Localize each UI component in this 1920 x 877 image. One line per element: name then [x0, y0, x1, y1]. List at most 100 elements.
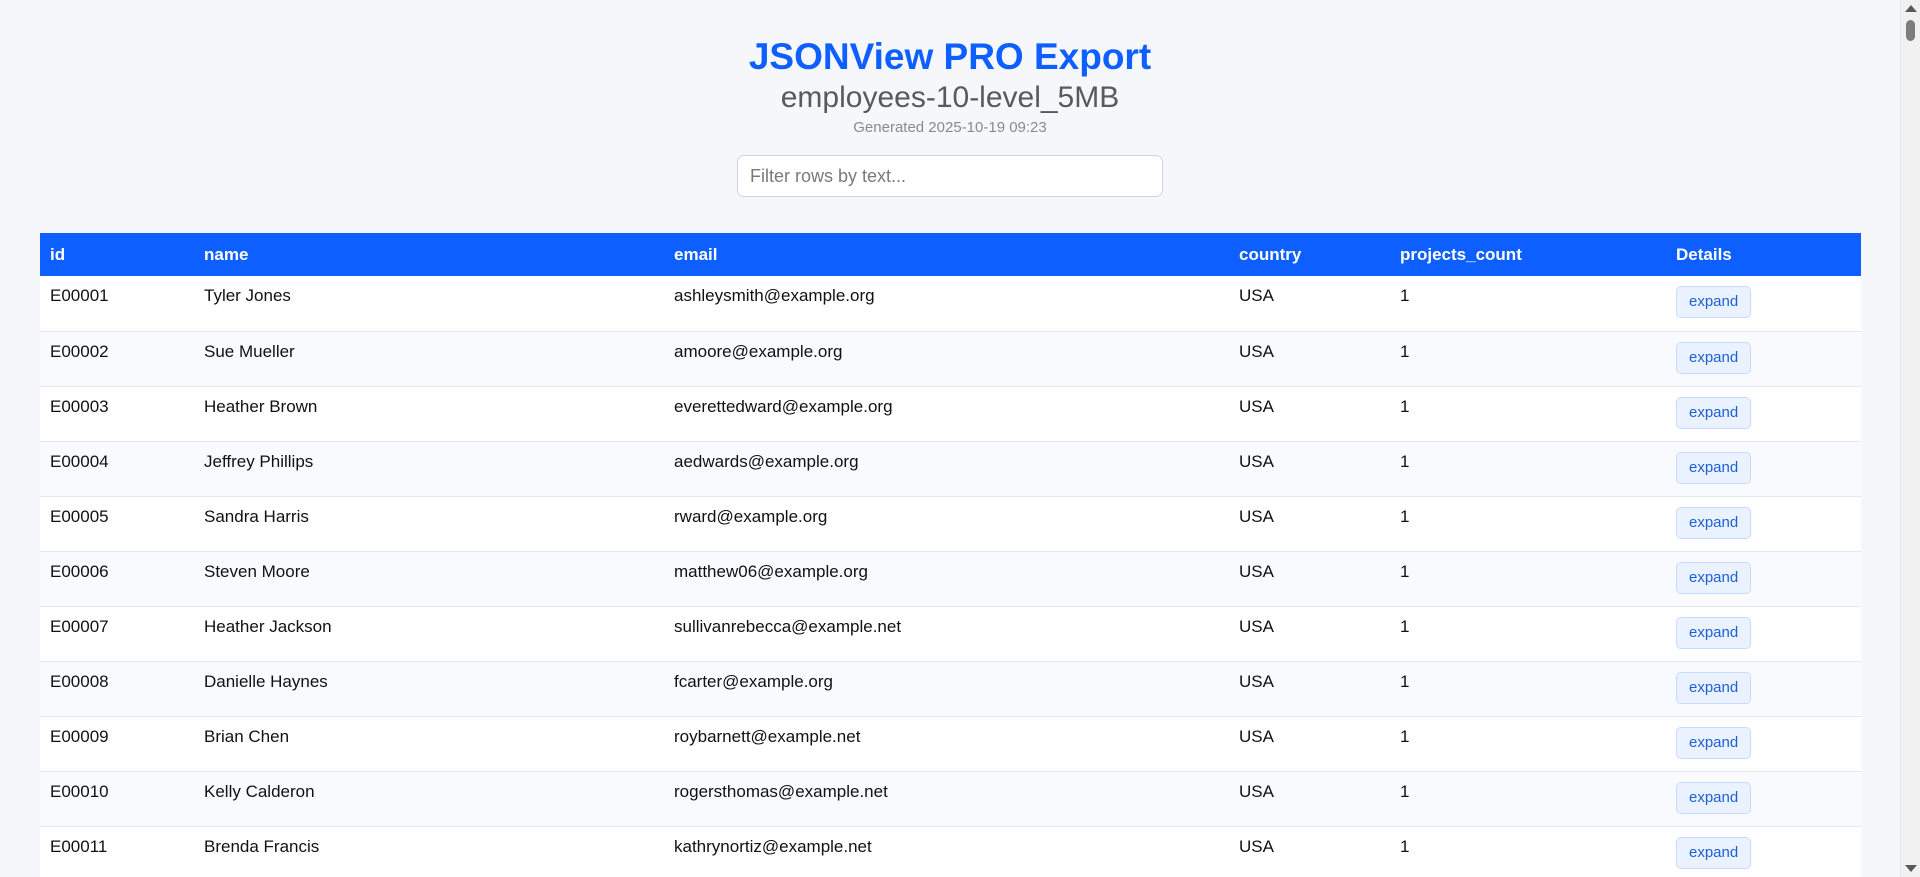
cell-email: kathrynortiz@example.net: [664, 826, 1229, 877]
expand-button[interactable]: expand: [1676, 616, 1752, 649]
cell-details: expand: [1666, 661, 1861, 717]
cell-details: expand: [1666, 441, 1861, 497]
scroll-up-arrow-icon[interactable]: [1905, 5, 1917, 12]
cell-name: Kelly Calderon: [194, 771, 664, 827]
cell-id: E00005: [40, 496, 194, 552]
cell-name: Danielle Haynes: [194, 661, 664, 717]
page: JSONView PRO Export employees-10-level_5…: [0, 0, 1900, 877]
cell-id: E00009: [40, 716, 194, 772]
cell-details: expand: [1666, 551, 1861, 607]
cell-projects-count: 1: [1390, 826, 1666, 877]
vertical-scrollbar[interactable]: [1900, 0, 1920, 877]
cell-details: expand: [1666, 331, 1861, 387]
page-header: JSONView PRO Export employees-10-level_5…: [0, 0, 1900, 138]
table-header-row: id name email country projects_count Det…: [40, 233, 1861, 276]
table-row: E00005 Sandra Harris rward@example.org U…: [40, 496, 1861, 552]
cell-id: E00010: [40, 771, 194, 827]
cell-name: Sue Mueller: [194, 331, 664, 387]
cell-id: E00003: [40, 386, 194, 442]
cell-id: E00008: [40, 661, 194, 717]
table-row: E00006 Steven Moore matthew06@example.or…: [40, 551, 1861, 607]
data-table: id name email country projects_count Det…: [40, 233, 1861, 877]
cell-details: expand: [1666, 386, 1861, 442]
cell-projects-count: 1: [1390, 441, 1666, 497]
cell-email: amoore@example.org: [664, 331, 1229, 387]
cell-projects-count: 1: [1390, 276, 1666, 332]
cell-projects-count: 1: [1390, 551, 1666, 607]
cell-email: everettedward@example.org: [664, 386, 1229, 442]
table-row: E00007 Heather Jackson sullivanrebecca@e…: [40, 606, 1861, 662]
cell-email: ashleysmith@example.org: [664, 276, 1229, 332]
column-header-name[interactable]: name: [194, 233, 664, 276]
cell-country: USA: [1229, 276, 1390, 332]
expand-button[interactable]: expand: [1676, 451, 1752, 484]
cell-projects-count: 1: [1390, 606, 1666, 662]
cell-details: expand: [1666, 771, 1861, 827]
cell-email: roybarnett@example.net: [664, 716, 1229, 772]
expand-button[interactable]: expand: [1676, 506, 1752, 539]
cell-id: E00002: [40, 331, 194, 387]
cell-projects-count: 1: [1390, 331, 1666, 387]
expand-button[interactable]: expand: [1676, 396, 1752, 429]
column-header-id[interactable]: id: [40, 233, 194, 276]
cell-country: USA: [1229, 606, 1390, 662]
cell-projects-count: 1: [1390, 496, 1666, 552]
expand-button[interactable]: expand: [1676, 671, 1752, 704]
cell-country: USA: [1229, 441, 1390, 497]
generated-timestamp: Generated 2025-10-19 09:23: [853, 119, 1047, 136]
cell-country: USA: [1229, 496, 1390, 552]
table-row: E00011 Brenda Francis kathrynortiz@examp…: [40, 826, 1861, 877]
cell-email: fcarter@example.org: [664, 661, 1229, 717]
table-row: E00009 Brian Chen roybarnett@example.net…: [40, 716, 1861, 772]
column-header-country[interactable]: country: [1229, 233, 1390, 276]
cell-country: USA: [1229, 386, 1390, 442]
cell-name: Tyler Jones: [194, 276, 664, 332]
cell-id: E00007: [40, 606, 194, 662]
table-row: E00008 Danielle Haynes fcarter@example.o…: [40, 661, 1861, 717]
cell-name: Heather Brown: [194, 386, 664, 442]
column-header-email[interactable]: email: [664, 233, 1229, 276]
cell-details: expand: [1666, 496, 1861, 552]
expand-button[interactable]: expand: [1676, 341, 1752, 374]
cell-email: sullivanrebecca@example.net: [664, 606, 1229, 662]
scroll-down-arrow-icon[interactable]: [1905, 865, 1917, 872]
cell-email: matthew06@example.org: [664, 551, 1229, 607]
table-row: E00002 Sue Mueller amoore@example.org US…: [40, 331, 1861, 387]
cell-id: E00006: [40, 551, 194, 607]
expand-button[interactable]: expand: [1676, 781, 1752, 814]
cell-projects-count: 1: [1390, 771, 1666, 827]
expand-button[interactable]: expand: [1676, 726, 1752, 759]
cell-country: USA: [1229, 331, 1390, 387]
cell-country: USA: [1229, 826, 1390, 877]
cell-details: expand: [1666, 606, 1861, 662]
table-row: E00004 Jeffrey Phillips aedwards@example…: [40, 441, 1861, 497]
cell-projects-count: 1: [1390, 386, 1666, 442]
cell-email: aedwards@example.org: [664, 441, 1229, 497]
cell-details: expand: [1666, 826, 1861, 877]
cell-projects-count: 1: [1390, 661, 1666, 717]
expand-button[interactable]: expand: [1676, 561, 1752, 594]
cell-name: Brenda Francis: [194, 826, 664, 877]
cell-projects-count: 1: [1390, 716, 1666, 772]
filter-input[interactable]: [737, 155, 1163, 197]
table-row: E00010 Kelly Calderon rogersthomas@examp…: [40, 771, 1861, 827]
data-table-container: id name email country projects_count Det…: [40, 233, 1861, 877]
cell-name: Brian Chen: [194, 716, 664, 772]
cell-country: USA: [1229, 661, 1390, 717]
cell-id: E00004: [40, 441, 194, 497]
cell-country: USA: [1229, 716, 1390, 772]
table-body: E00001 Tyler Jones ashleysmith@example.o…: [40, 276, 1861, 877]
cell-id: E00001: [40, 276, 194, 332]
column-header-details[interactable]: Details: [1666, 233, 1861, 276]
cell-email: rward@example.org: [664, 496, 1229, 552]
expand-button[interactable]: expand: [1676, 286, 1752, 318]
expand-button[interactable]: expand: [1676, 836, 1752, 869]
cell-email: rogersthomas@example.net: [664, 771, 1229, 827]
column-header-projects-count[interactable]: projects_count: [1390, 233, 1666, 276]
cell-name: Sandra Harris: [194, 496, 664, 552]
scrollbar-thumb[interactable]: [1906, 20, 1915, 41]
cell-details: expand: [1666, 276, 1861, 332]
cell-details: expand: [1666, 716, 1861, 772]
cell-country: USA: [1229, 551, 1390, 607]
cell-id: E00011: [40, 826, 194, 877]
